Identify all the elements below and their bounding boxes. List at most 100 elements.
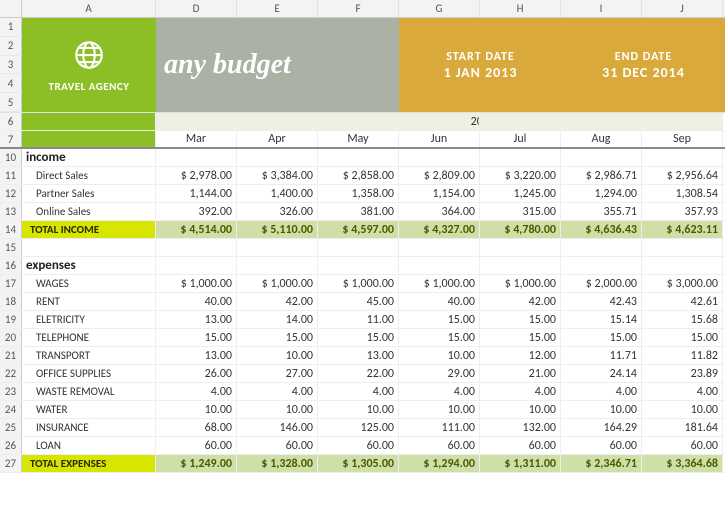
cell[interactable]: 10.00 (480, 401, 561, 418)
cell[interactable]: 45.00 (318, 293, 399, 310)
row-header[interactable]: 26 (0, 437, 22, 454)
row-label[interactable]: TOTAL INCOME (22, 221, 156, 238)
cell[interactable]: $ 2,978.00 (156, 167, 237, 184)
brand-cell[interactable]: TRAVEL AGENCY (22, 18, 156, 112)
cell[interactable]: 10.00 (399, 401, 480, 418)
cell[interactable] (156, 113, 237, 130)
cell[interactable]: 60.00 (318, 437, 399, 454)
corner-cell[interactable] (0, 0, 22, 17)
cell[interactable]: 11.00 (318, 311, 399, 328)
cell[interactable] (480, 149, 561, 166)
cell[interactable] (642, 113, 723, 130)
cell[interactable]: $ 2,858.00 (318, 167, 399, 184)
cell[interactable] (399, 149, 480, 166)
cell[interactable] (156, 239, 237, 256)
row-header[interactable]: 16 (0, 257, 22, 274)
row-header[interactable]: 11 (0, 167, 22, 184)
cell[interactable]: 364.00 (399, 203, 480, 220)
row-header[interactable]: 12 (0, 185, 22, 202)
cell[interactable]: 42.00 (237, 293, 318, 310)
cell[interactable] (237, 149, 318, 166)
cell[interactable]: $ 1,328.00 (237, 455, 318, 472)
title-cell[interactable]: any budget (156, 18, 399, 112)
cell[interactable]: 68.00 (156, 419, 237, 436)
cell[interactable]: 164.29 (561, 419, 642, 436)
cell[interactable]: 15.68 (642, 311, 723, 328)
cell[interactable]: 4.00 (156, 383, 237, 400)
cell[interactable]: $ 3,220.00 (480, 167, 561, 184)
cell[interactable]: 381.00 (318, 203, 399, 220)
row-header[interactable]: 7 (0, 131, 22, 147)
row-label[interactable]: WASTE REMOVAL (22, 383, 156, 400)
cell[interactable]: 355.71 (561, 203, 642, 220)
cell[interactable]: $ 4,514.00 (156, 221, 237, 238)
row-header[interactable]: 2 (0, 37, 22, 56)
cell[interactable]: $ 2,956.64 (642, 167, 723, 184)
cell[interactable]: $ 3,384.00 (237, 167, 318, 184)
cell[interactable]: $ 4,597.00 (318, 221, 399, 238)
row-label[interactable]: OFFICE SUPPLIES (22, 365, 156, 382)
cell[interactable]: $ 5,110.00 (237, 221, 318, 238)
cell[interactable]: $ 3,000.00 (642, 275, 723, 292)
cell[interactable]: 60.00 (237, 437, 318, 454)
cell[interactable]: 13.00 (156, 311, 237, 328)
cell[interactable] (480, 257, 561, 274)
cell[interactable]: 15.00 (399, 329, 480, 346)
row-header[interactable]: 22 (0, 365, 22, 382)
cell[interactable]: $ 1,000.00 (318, 275, 399, 292)
col-header-F[interactable]: F (318, 0, 399, 17)
row-header[interactable]: 1 (0, 18, 22, 37)
cell[interactable]: 10.00 (237, 401, 318, 418)
cell[interactable]: $ 1,000.00 (237, 275, 318, 292)
row-label[interactable]: expenses (22, 257, 156, 274)
cell[interactable]: 10.00 (156, 401, 237, 418)
cell[interactable]: 1,308.54 (642, 185, 723, 202)
row-header[interactable]: 5 (0, 93, 22, 112)
row-label[interactable]: WAGES (22, 275, 156, 292)
cell[interactable]: 1,245.00 (480, 185, 561, 202)
cell[interactable] (237, 239, 318, 256)
cell[interactable]: $ 4,780.00 (480, 221, 561, 238)
cell[interactable] (480, 113, 561, 130)
row-header[interactable]: 4 (0, 74, 22, 93)
cell[interactable]: 181.64 (642, 419, 723, 436)
end-date-block[interactable]: END DATE 31 DEC 2014 (562, 18, 725, 112)
cell[interactable]: 12.00 (480, 347, 561, 364)
start-date-block[interactable]: START DATE 1 JAN 2013 (399, 18, 562, 112)
cell[interactable]: 15.00 (480, 311, 561, 328)
month-header[interactable]: Mar (156, 131, 237, 147)
row-header[interactable]: 3 (0, 56, 22, 75)
month-header[interactable]: Jul (480, 131, 561, 147)
cell[interactable]: $ 4,327.00 (399, 221, 480, 238)
cell[interactable]: $ 1,000.00 (399, 275, 480, 292)
cell[interactable]: $ 1,294.00 (399, 455, 480, 472)
cell[interactable]: $ 2,986.71 (561, 167, 642, 184)
cell[interactable]: 10.00 (237, 347, 318, 364)
cell[interactable] (480, 239, 561, 256)
cell[interactable] (399, 239, 480, 256)
cell[interactable]: 15.00 (480, 329, 561, 346)
cell[interactable]: $ 1,000.00 (480, 275, 561, 292)
cell[interactable] (642, 257, 723, 274)
cell[interactable] (399, 257, 480, 274)
col-header-E[interactable]: E (237, 0, 318, 17)
cell[interactable]: 42.61 (642, 293, 723, 310)
cell[interactable] (561, 257, 642, 274)
row-label[interactable]: WATER (22, 401, 156, 418)
month-header[interactable]: Jun (399, 131, 480, 147)
cell[interactable]: $ 1,249.00 (156, 455, 237, 472)
col-header-I[interactable]: I (561, 0, 642, 17)
cell[interactable]: 15.00 (318, 329, 399, 346)
row-header[interactable]: 18 (0, 293, 22, 310)
cell[interactable]: 10.00 (642, 401, 723, 418)
cell[interactable]: $ 3,364.68 (642, 455, 723, 472)
cell[interactable]: 146.00 (237, 419, 318, 436)
month-header[interactable]: Aug (561, 131, 642, 147)
cell[interactable] (237, 113, 318, 130)
col-header-J[interactable]: J (642, 0, 723, 17)
cell[interactable] (642, 149, 723, 166)
cell[interactable]: 4.00 (399, 383, 480, 400)
cell[interactable]: $ 2,809.00 (399, 167, 480, 184)
row-label[interactable]: TELEPHONE (22, 329, 156, 346)
cell[interactable]: 15.00 (156, 329, 237, 346)
